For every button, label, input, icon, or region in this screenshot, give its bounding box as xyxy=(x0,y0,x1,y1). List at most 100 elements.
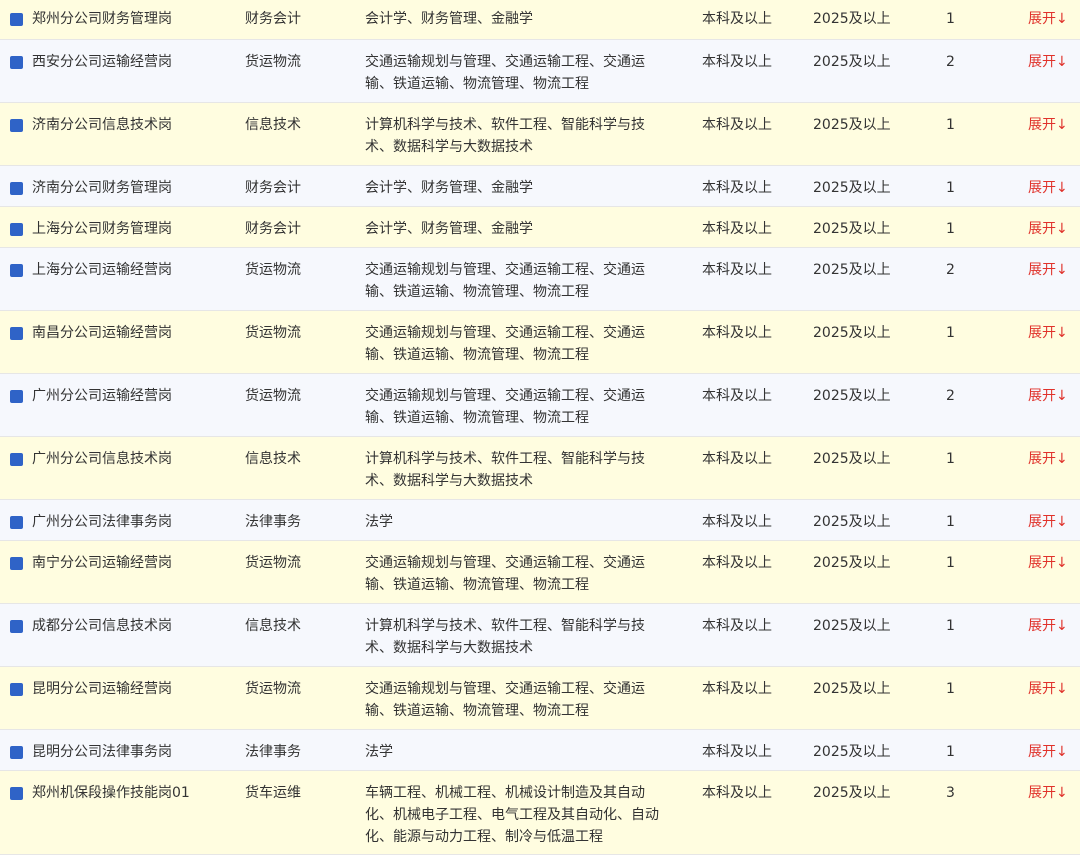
table-row: 南宁分公司运输经营岗 货运物流 交通运输规划与管理、交通运输工程、交通运输、铁道运输… xyxy=(0,541,1080,604)
job-title-cell[interactable]: 南宁分公司运输经营岗 xyxy=(10,552,210,574)
job-year: 2025及以上 xyxy=(813,744,891,760)
expand-button[interactable]: 展开↓ xyxy=(1028,177,1078,199)
table-row: 西安分公司运输经营岗 货运物流 交通运输规划与管理、交通运输工程、交通运输、铁道运输… xyxy=(0,40,1080,103)
job-count: 1 xyxy=(946,451,955,467)
expand-button[interactable]: 展开↓ xyxy=(1028,114,1078,136)
job-category: 货运物流 xyxy=(245,681,301,697)
job-title-cell[interactable]: 昆明分公司法律事务岗 xyxy=(10,741,210,763)
job-category: 货运物流 xyxy=(245,325,301,341)
job-category: 货运物流 xyxy=(245,262,301,278)
expand-button[interactable]: 展开↓ xyxy=(1028,741,1078,763)
job-majors: 会计学、财务管理、金融学 xyxy=(365,11,533,27)
job-year: 2025及以上 xyxy=(813,555,891,571)
job-majors: 会计学、财务管理、金融学 xyxy=(365,221,533,237)
job-education: 本科及以上 xyxy=(702,388,772,404)
job-year: 2025及以上 xyxy=(813,618,891,634)
expand-button[interactable]: 展开↓ xyxy=(1028,218,1078,240)
expand-button[interactable]: 展开↓ xyxy=(1028,259,1078,281)
expand-button[interactable]: 展开↓ xyxy=(1028,782,1078,804)
job-title[interactable]: 西安分公司运输经营岗 xyxy=(32,51,197,73)
job-category: 法律事务 xyxy=(245,514,301,530)
job-title[interactable]: 济南分公司财务管理岗 xyxy=(32,177,197,199)
bullet-square-icon xyxy=(10,453,23,466)
job-title-cell[interactable]: 广州分公司法律事务岗 xyxy=(10,511,210,533)
job-year: 2025及以上 xyxy=(813,514,891,530)
job-education: 本科及以上 xyxy=(702,514,772,530)
job-title-cell[interactable]: 广州分公司运输经营岗 xyxy=(10,385,210,407)
job-education: 本科及以上 xyxy=(702,451,772,467)
job-year: 2025及以上 xyxy=(813,221,891,237)
bullet-square-icon xyxy=(10,182,23,195)
job-title-cell[interactable]: 上海分公司财务管理岗 xyxy=(10,218,210,240)
job-title[interactable]: 上海分公司运输经营岗 xyxy=(32,259,197,281)
job-count: 1 xyxy=(946,514,955,530)
job-year: 2025及以上 xyxy=(813,54,891,70)
job-title-cell[interactable]: 昆明分公司运输经营岗 xyxy=(10,678,210,700)
job-title[interactable]: 昆明分公司法律事务岗 xyxy=(32,741,197,763)
job-title[interactable]: 南昌分公司运输经营岗 xyxy=(32,322,197,344)
job-education: 本科及以上 xyxy=(702,325,772,341)
expand-button[interactable]: 展开↓ xyxy=(1028,448,1078,470)
job-title[interactable]: 南宁分公司运输经营岗 xyxy=(32,552,197,574)
bullet-square-icon xyxy=(10,746,23,759)
job-title[interactable]: 昆明分公司运输经营岗 xyxy=(32,678,197,700)
expand-button[interactable]: 展开↓ xyxy=(1028,322,1078,344)
job-education: 本科及以上 xyxy=(702,618,772,634)
job-majors: 计算机科学与技术、软件工程、智能科学与技术、数据科学与大数据技术 xyxy=(365,618,645,656)
job-title[interactable]: 广州分公司运输经营岗 xyxy=(32,385,197,407)
job-title-cell[interactable]: 广州分公司信息技术岗 xyxy=(10,448,210,470)
job-title[interactable]: 济南分公司信息技术岗 xyxy=(32,114,197,136)
expand-button[interactable]: 展开↓ xyxy=(1028,51,1078,73)
job-majors: 交通运输规划与管理、交通运输工程、交通运输、铁道运输、物流管理、物流工程 xyxy=(365,555,645,593)
job-title-cell[interactable]: 郑州机保段操作技能岗01 xyxy=(10,782,210,804)
job-count: 1 xyxy=(946,11,955,27)
job-title[interactable]: 广州分公司法律事务岗 xyxy=(32,511,197,533)
job-title-cell[interactable]: 济南分公司财务管理岗 xyxy=(10,177,210,199)
job-count: 2 xyxy=(946,54,955,70)
job-count: 1 xyxy=(946,117,955,133)
job-count: 1 xyxy=(946,325,955,341)
job-education: 本科及以上 xyxy=(702,180,772,196)
job-title[interactable]: 成都分公司信息技术岗 xyxy=(32,615,197,637)
job-category: 货运物流 xyxy=(245,555,301,571)
job-title[interactable]: 郑州机保段操作技能岗01 xyxy=(32,782,197,804)
job-count: 1 xyxy=(946,555,955,571)
bullet-square-icon xyxy=(10,557,23,570)
job-title-cell[interactable]: 西安分公司运输经营岗 xyxy=(10,51,210,73)
expand-button[interactable]: 展开↓ xyxy=(1028,8,1078,30)
job-title[interactable]: 广州分公司信息技术岗 xyxy=(32,448,197,470)
bullet-square-icon xyxy=(10,787,23,800)
job-majors: 车辆工程、机械工程、机械设计制造及其自动化、机械电子工程、电气工程及其自动化、自… xyxy=(365,785,659,845)
expand-button[interactable]: 展开↓ xyxy=(1028,511,1078,533)
job-majors: 计算机科学与技术、软件工程、智能科学与技术、数据科学与大数据技术 xyxy=(365,451,645,489)
job-education: 本科及以上 xyxy=(702,262,772,278)
job-majors: 计算机科学与技术、软件工程、智能科学与技术、数据科学与大数据技术 xyxy=(365,117,645,155)
job-year: 2025及以上 xyxy=(813,180,891,196)
table-row: 济南分公司财务管理岗 财务会计 会计学、财务管理、金融学 本科及以上 2025及以上 1 展… xyxy=(0,166,1080,207)
job-education: 本科及以上 xyxy=(702,744,772,760)
job-title-cell[interactable]: 济南分公司信息技术岗 xyxy=(10,114,210,136)
job-count: 1 xyxy=(946,681,955,697)
job-title-cell[interactable]: 上海分公司运输经营岗 xyxy=(10,259,210,281)
job-title[interactable]: 郑州分公司财务管理岗 xyxy=(32,8,197,30)
job-year: 2025及以上 xyxy=(813,325,891,341)
job-year: 2025及以上 xyxy=(813,681,891,697)
job-education: 本科及以上 xyxy=(702,117,772,133)
job-count: 2 xyxy=(946,262,955,278)
job-title-cell[interactable]: 郑州分公司财务管理岗 xyxy=(10,8,210,30)
expand-button[interactable]: 展开↓ xyxy=(1028,615,1078,637)
job-category: 货运物流 xyxy=(245,54,301,70)
job-title-cell[interactable]: 成都分公司信息技术岗 xyxy=(10,615,210,637)
job-majors: 法学 xyxy=(365,744,393,760)
job-title-cell[interactable]: 南昌分公司运输经营岗 xyxy=(10,322,210,344)
bullet-square-icon xyxy=(10,13,23,26)
expand-button[interactable]: 展开↓ xyxy=(1028,552,1078,574)
table-row: 济南分公司信息技术岗 信息技术 计算机科学与技术、软件工程、智能科学与技术、数据科学… xyxy=(0,103,1080,166)
table-row: 上海分公司财务管理岗 财务会计 会计学、财务管理、金融学 本科及以上 2025及以上 1 展… xyxy=(0,207,1080,248)
job-title[interactable]: 上海分公司财务管理岗 xyxy=(32,218,197,240)
job-majors: 交通运输规划与管理、交通运输工程、交通运输、铁道运输、物流管理、物流工程 xyxy=(365,262,645,300)
expand-button[interactable]: 展开↓ xyxy=(1028,678,1078,700)
expand-button[interactable]: 展开↓ xyxy=(1028,385,1078,407)
job-count: 3 xyxy=(946,785,955,801)
job-year: 2025及以上 xyxy=(813,11,891,27)
